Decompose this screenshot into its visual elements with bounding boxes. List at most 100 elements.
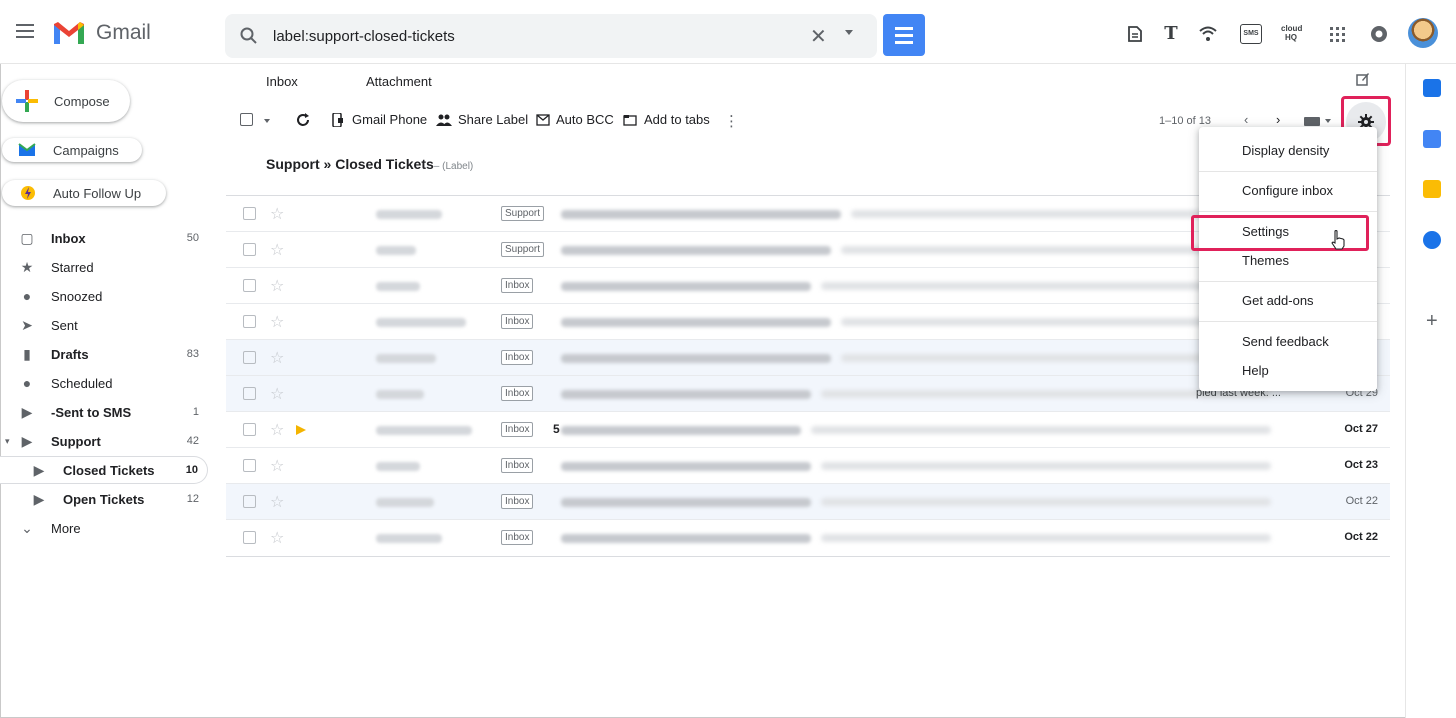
pagination-text: 1–10 of 13: [1159, 115, 1211, 127]
row-checkbox[interactable]: [243, 207, 256, 220]
label-chip[interactable]: Support: [501, 206, 545, 221]
label-chip[interactable]: Inbox: [501, 278, 534, 293]
compose-button[interactable]: Compose: [2, 80, 130, 122]
row-checkbox[interactable]: [243, 495, 256, 508]
calendar-icon[interactable]: [1423, 130, 1441, 148]
label-chip[interactable]: Inbox: [501, 386, 534, 401]
label-chip[interactable]: Inbox: [501, 530, 534, 545]
label-chip[interactable]: Inbox: [501, 350, 534, 365]
cloudhq-icon[interactable]: cloud HQ: [1281, 24, 1302, 44]
row-checkbox[interactable]: [243, 351, 256, 364]
sidebar-item-drafts[interactable]: ▮ Drafts 83: [0, 340, 208, 368]
star-icon[interactable]: ☆: [270, 240, 284, 260]
row-checkbox[interactable]: [243, 387, 256, 400]
menu-item-configure-inbox[interactable]: Configure inbox: [1242, 183, 1333, 198]
avatar[interactable]: [1408, 18, 1438, 48]
tasks-icon[interactable]: [1423, 231, 1441, 249]
star-icon[interactable]: ☆: [270, 384, 284, 404]
tab-attachment[interactable]: Attachment: [366, 74, 432, 89]
schedule-icon: ●: [22, 375, 32, 391]
row-checkbox[interactable]: [243, 243, 256, 256]
sidebar-item-support[interactable]: ▾ ▶ Support 42: [0, 427, 208, 455]
edit-icon[interactable]: [1356, 72, 1370, 86]
star-icon[interactable]: ☆: [270, 528, 284, 548]
sidebar-item-inbox[interactable]: ▢ Inbox 50: [0, 224, 208, 252]
phone-icon: [332, 112, 343, 127]
row-checkbox[interactable]: [243, 315, 256, 328]
star-icon[interactable]: ☆: [270, 420, 284, 440]
sender-redacted: [376, 426, 472, 435]
text-icon[interactable]: T: [1161, 24, 1181, 44]
sidebar-item-closed-tickets[interactable]: ▶ Closed Tickets 10: [0, 456, 208, 484]
star-icon[interactable]: ☆: [270, 204, 284, 224]
keyboard-icon[interactable]: [1304, 117, 1320, 126]
label-chip[interactable]: Inbox: [501, 314, 534, 329]
search-input[interactable]: label:support-closed-tickets: [273, 28, 455, 45]
search-icon[interactable]: [239, 26, 259, 46]
refresh-icon[interactable]: [296, 113, 310, 127]
menu-item-themes[interactable]: Themes: [1242, 253, 1289, 268]
label-chip[interactable]: Inbox: [501, 494, 534, 509]
auto-follow-up-button[interactable]: Auto Follow Up: [2, 180, 166, 206]
document-icon[interactable]: [1126, 24, 1146, 44]
select-chevron-icon[interactable]: [264, 119, 270, 123]
row-checkbox[interactable]: [243, 531, 256, 544]
chevron-down-icon[interactable]: [845, 30, 853, 35]
gmail-phone-button[interactable]: Gmail Phone: [332, 112, 427, 127]
keep-icon[interactable]: [1423, 180, 1441, 198]
sidebar-item-open-tickets[interactable]: ▶ Open Tickets 12: [0, 485, 208, 513]
menu-item-get-add-ons[interactable]: Get add-ons: [1242, 293, 1314, 308]
filter-icon: [895, 27, 913, 30]
star-icon[interactable]: ☆: [270, 492, 284, 512]
share-label-button[interactable]: Share Label: [436, 112, 528, 127]
label-chip[interactable]: Support: [501, 242, 545, 257]
sidebar-item-scheduled[interactable]: ● Scheduled: [0, 369, 208, 397]
add-to-tabs-button[interactable]: Add to tabs: [623, 112, 710, 127]
sidebar-item-sent[interactable]: ➤ Sent: [0, 311, 208, 339]
star-icon[interactable]: ☆: [270, 456, 284, 476]
menu-icon[interactable]: [16, 24, 34, 38]
apps-grid-icon[interactable]: [1327, 24, 1347, 44]
input-tools-chevron-icon[interactable]: [1325, 119, 1331, 123]
menu-item-display-density[interactable]: Display density: [1242, 143, 1329, 158]
next-page-icon[interactable]: ›: [1276, 112, 1280, 127]
row-checkbox[interactable]: [243, 459, 256, 472]
label-chip[interactable]: Inbox: [501, 458, 534, 473]
sidebar-item-sent-to-sms[interactable]: ▶ -Sent to SMS 1: [0, 398, 208, 426]
auto-bcc-button[interactable]: Auto BCC: [536, 112, 614, 127]
chat-icon[interactable]: [1423, 79, 1441, 97]
search-bar[interactable]: label:support-closed-tickets ✕: [225, 14, 877, 58]
row-checkbox[interactable]: [243, 279, 256, 292]
table-row[interactable]: ☆ Inbox Oct 23: [226, 448, 1390, 484]
filter-button[interactable]: [883, 14, 925, 56]
compose-plus-icon: [16, 90, 38, 112]
notifications-icon[interactable]: [1369, 24, 1389, 44]
sidebar-item-snoozed[interactable]: ● Snoozed: [0, 282, 208, 310]
table-row[interactable]: ☆ Inbox Oct 22: [226, 520, 1390, 556]
wifi-icon[interactable]: [1198, 24, 1218, 44]
more-vert-icon[interactable]: ⋮: [724, 112, 739, 130]
tab-inbox[interactable]: Inbox: [266, 74, 298, 89]
sidebar-item-label: Sent: [51, 317, 78, 333]
close-icon[interactable]: ✕: [810, 24, 827, 49]
add-addon-icon[interactable]: +: [1426, 310, 1438, 333]
menu-item-send-feedback[interactable]: Send feedback: [1242, 334, 1329, 349]
table-row[interactable]: ☆ Inbox Oct 22: [226, 484, 1390, 520]
important-marker-icon[interactable]: [296, 425, 306, 435]
campaigns-button[interactable]: Campaigns: [2, 138, 142, 162]
expand-chevron-icon[interactable]: ▾: [5, 436, 10, 447]
row-checkbox[interactable]: [243, 423, 256, 436]
gmail-logo[interactable]: Gmail: [52, 20, 151, 46]
sidebar-item-starred[interactable]: ★ Starred: [0, 253, 208, 281]
star-icon[interactable]: ☆: [270, 312, 284, 332]
label-chip[interactable]: Inbox: [501, 422, 534, 437]
star-icon[interactable]: ☆: [270, 348, 284, 368]
unread-count: 10: [185, 464, 198, 476]
prev-page-icon[interactable]: ‹: [1244, 112, 1248, 127]
star-icon[interactable]: ☆: [270, 276, 284, 296]
table-row[interactable]: ☆ Inbox 5 Oct 27: [226, 412, 1390, 448]
sms-icon[interactable]: SMS: [1240, 24, 1262, 44]
sidebar-item-more[interactable]: ⌄ More: [0, 514, 208, 542]
menu-item-help[interactable]: Help: [1242, 363, 1269, 378]
select-all-checkbox[interactable]: [240, 113, 253, 126]
